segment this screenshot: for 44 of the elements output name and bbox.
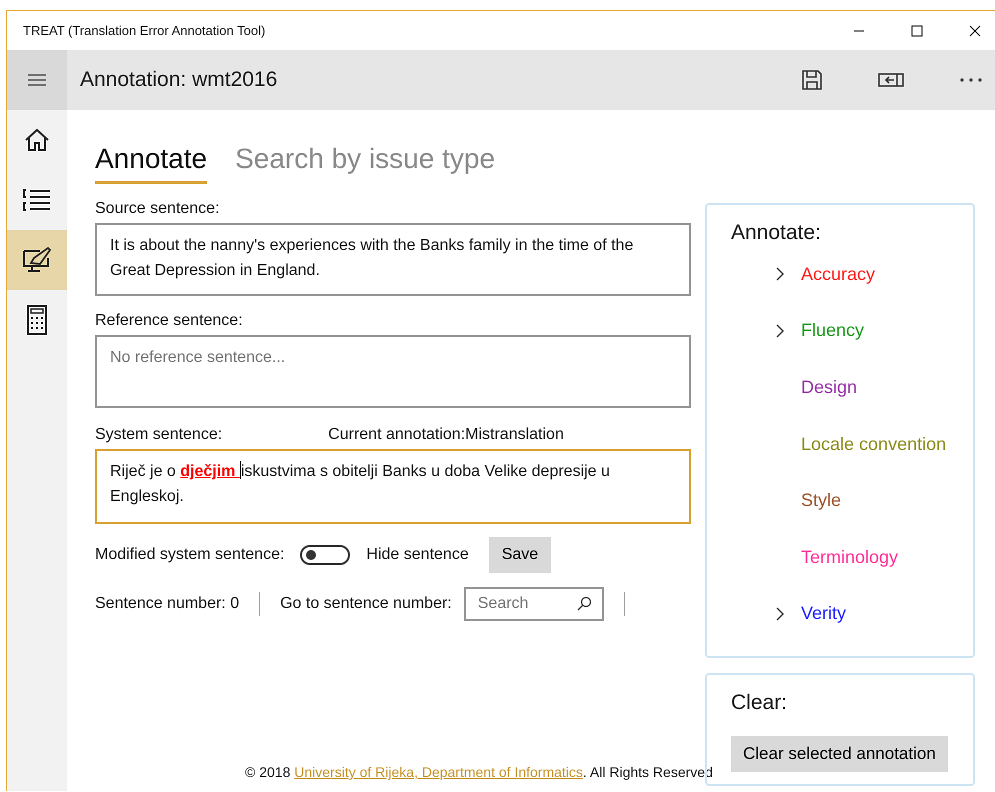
field-label: Reference sentence: [95, 312, 244, 330]
toggle-state-text: Hide sentence [366, 546, 469, 564]
chevron-right-icon[interactable] [775, 322, 785, 339]
tab[interactable]: Search by issue type [235, 143, 496, 184]
calculator-icon [26, 305, 48, 335]
list-icon [22, 187, 52, 213]
toggle-switch[interactable] [300, 545, 350, 565]
system-text-field[interactable]: Riječ je o dječjim iskustvima s obitelji Banks u doba Velike depresije u Engleskoj. [95, 449, 691, 524]
nav-item[interactable] [7, 230, 67, 290]
issue-type-item[interactable]: Fluency [801, 320, 864, 342]
sentence-number-text: Sentence number: 0 [95, 595, 240, 613]
search-icon [576, 596, 592, 612]
maximize-icon[interactable] [911, 24, 923, 36]
monitor-brush-icon [22, 246, 52, 274]
field-label: Go to sentence number: [280, 595, 452, 613]
window-title: TREAT (Translation Error Annotation Tool) [23, 23, 266, 38]
reference-text-field[interactable]: No reference sentence... [95, 335, 691, 408]
source-text-field[interactable]: It is about the nanny's experiences with the Banks family in the time of the Great Depression in England. [95, 223, 691, 296]
issue-type-item[interactable]: Terminology [801, 546, 898, 568]
save-icon[interactable] [801, 69, 823, 91]
clear-annotation-button[interactable]: Clear selected annotation [731, 736, 948, 772]
save-button[interactable]: Save [488, 537, 552, 573]
toggle-label: Modified system sentence: [95, 546, 284, 564]
home-icon [23, 126, 51, 154]
close-icon[interactable] [969, 24, 981, 36]
current-annotation-text: Current annotation:Mistranslation [328, 426, 564, 444]
menu-icon[interactable] [28, 74, 46, 86]
issue-type-item[interactable]: Verity [801, 603, 846, 624]
more-icon[interactable] [959, 77, 983, 83]
issue-type-item[interactable]: Locale convention [801, 434, 946, 455]
page-title: Annotation: wmt2016 [80, 68, 278, 92]
field-label: Source sentence: [95, 200, 221, 218]
search-field[interactable]: Search [464, 587, 604, 621]
panel-title: Annotate: [731, 221, 822, 245]
issue-type-item[interactable]: Design [801, 376, 858, 398]
tab[interactable]: Annotate [95, 143, 208, 184]
chevron-right-icon[interactable] [775, 266, 785, 282]
field-label: System sentence: [95, 426, 222, 444]
issue-type-item[interactable]: Style [801, 490, 842, 512]
issue-type-item[interactable]: Accuracy [801, 264, 876, 285]
panel-title: Clear: [731, 691, 788, 715]
chevron-right-icon[interactable] [775, 606, 785, 622]
copyright-text: © 2018 University of Rijeka, Department of Informatics. All Rights Reserved [245, 763, 713, 781]
system-sentence-text: Riječ je o dječjim iskustvima s obitelji Banks u doba Velike depresije u Engleskoj. [110, 460, 611, 507]
